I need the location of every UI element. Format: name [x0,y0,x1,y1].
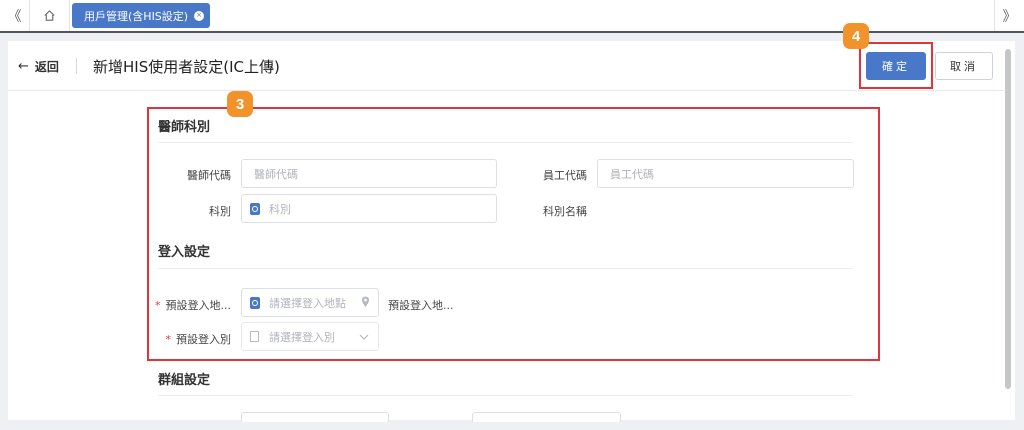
home-button[interactable] [30,0,70,31]
tab-user-management[interactable]: 用戶管理(含HIS設定) × [72,3,210,28]
scroll-tabs-left-button[interactable]: 《 [0,0,30,31]
group-input-2[interactable] [472,412,621,422]
page-title: 新增HIS使用者設定(IC上傳) [93,58,280,76]
divider [76,58,77,74]
tab-label: 用戶管理(含HIS設定) [84,9,189,23]
arrow-left-icon: ← [18,59,29,74]
back-button[interactable]: ← 返回 [18,58,59,75]
tab-bar: 《 用戶管理(含HIS設定) × 》 [0,0,1024,33]
double-chevron-right-icon: 》 [1002,8,1017,25]
divider [158,395,853,396]
double-chevron-left-icon: 《 [7,8,22,25]
home-icon [44,10,55,21]
cancel-button[interactable]: 取消 [935,52,993,80]
section-title-group: 群組設定 [158,373,211,388]
highlight-box-section [147,107,880,361]
close-icon[interactable]: × [194,10,205,21]
scroll-tabs-right-button[interactable]: 》 [994,0,1024,31]
vertical-scrollbar[interactable] [1005,49,1011,389]
highlight-box-confirm [859,42,933,89]
step-badge-3: 3 [227,91,253,117]
group-input-1[interactable] [241,412,389,422]
step-badge-4: 4 [843,23,869,49]
back-label: 返回 [34,60,59,74]
